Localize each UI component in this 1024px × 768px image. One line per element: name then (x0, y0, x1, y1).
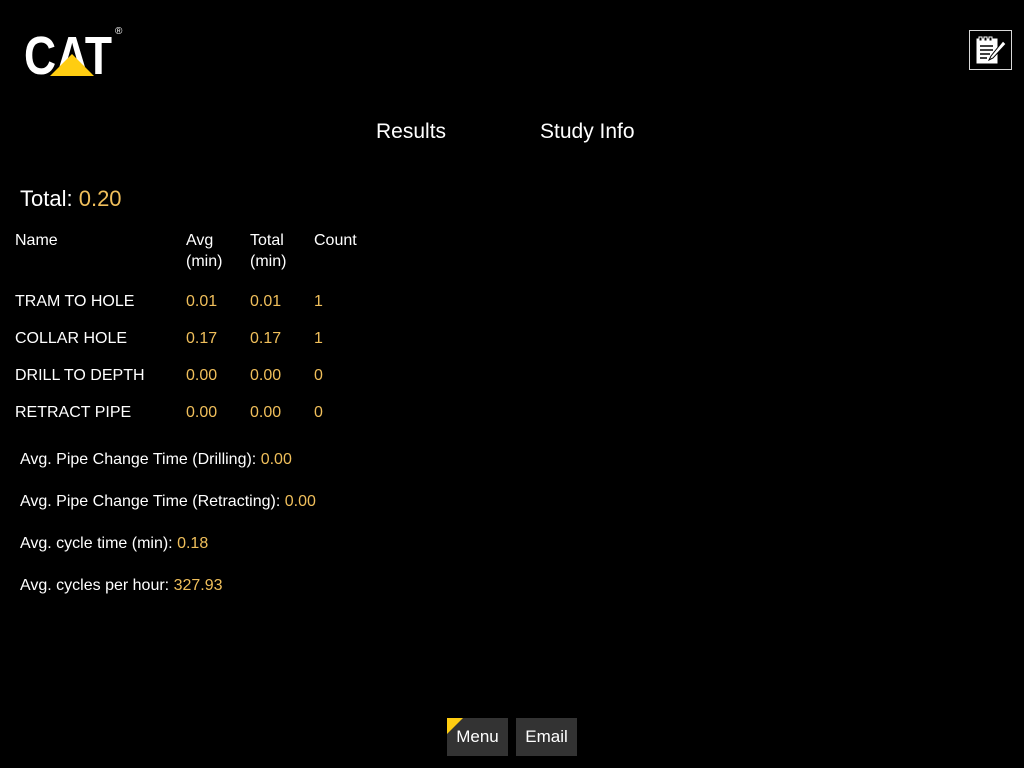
stat-value: 0.00 (284, 493, 316, 510)
row-count: 0 (314, 403, 323, 421)
table-row: RETRACT PIPE 0.00 0.00 0 (15, 394, 374, 431)
email-button[interactable]: Email (516, 718, 577, 756)
menu-button[interactable]: Menu (447, 718, 508, 756)
row-avg: 0.01 (186, 292, 218, 310)
tab-results[interactable]: Results (376, 120, 446, 144)
stat-label: Avg. cycles per hour: (20, 577, 170, 594)
email-label: Email (525, 727, 568, 746)
header-count: Count (314, 232, 357, 249)
stat-label: Avg. cycle time (min): (20, 535, 173, 552)
stat-avg-cycle-time: Avg. cycle time (min): 0.18 (20, 535, 208, 553)
header-avg: Avg (min) (186, 232, 223, 270)
row-name: RETRACT PIPE (15, 403, 132, 421)
results-table: Name Avg (min) Total (min) Count TRAM TO H… (15, 230, 374, 431)
stat-value: 327.93 (173, 577, 223, 594)
row-count: 1 (314, 292, 323, 310)
stat-pipe-change-drilling: Avg. Pipe Change Time (Drilling): 0.00 (20, 451, 292, 469)
header-name: Name (15, 232, 58, 249)
registered-mark: ® (115, 26, 123, 37)
row-name: COLLAR HOLE (15, 329, 128, 347)
corner-accent-icon (447, 718, 463, 734)
notepad-pencil-icon (976, 36, 1007, 64)
table-row: TRAM TO HOLE 0.01 0.01 1 (15, 283, 374, 320)
stat-pipe-change-retracting: Avg. Pipe Change Time (Retracting): 0.00 (20, 493, 316, 511)
stat-label: Avg. Pipe Change Time (Retracting): (20, 493, 281, 510)
cat-logo: CAT ® (24, 24, 128, 86)
stat-value: 0.18 (177, 535, 209, 552)
table-row: COLLAR HOLE 0.17 0.17 1 (15, 320, 374, 357)
stat-label: Avg. Pipe Change Time (Drilling): (20, 451, 257, 468)
row-total: 0.00 (250, 366, 282, 384)
row-total: 0.01 (250, 292, 282, 310)
row-avg: 0.00 (186, 403, 218, 421)
row-name: DRILL TO DEPTH (15, 366, 145, 384)
table-row: DRILL TO DEPTH 0.00 0.00 0 (15, 357, 374, 394)
row-avg: 0.00 (186, 366, 218, 384)
stat-value: 0.00 (260, 451, 292, 468)
row-total: 0.17 (250, 329, 282, 347)
tab-study-info[interactable]: Study Info (540, 120, 635, 144)
cat-logo-icon: CAT ® (24, 26, 123, 86)
row-avg: 0.17 (186, 329, 218, 347)
header-total: Total (min) (250, 232, 287, 270)
row-total: 0.00 (250, 403, 282, 421)
row-count: 0 (314, 366, 323, 384)
stat-cycles-per-hour: Avg. cycles per hour: 327.93 (20, 577, 223, 595)
table-header-row: Name Avg (min) Total (min) Count (15, 230, 374, 283)
tab-bar: Results Study Info (0, 120, 1024, 150)
row-name: TRAM TO HOLE (15, 292, 135, 310)
edit-notes-button[interactable] (969, 30, 1012, 70)
total-summary: Total: 0.20 (20, 186, 122, 212)
total-label: Total: (20, 186, 73, 211)
row-count: 1 (314, 329, 323, 347)
total-value: 0.20 (78, 186, 122, 211)
